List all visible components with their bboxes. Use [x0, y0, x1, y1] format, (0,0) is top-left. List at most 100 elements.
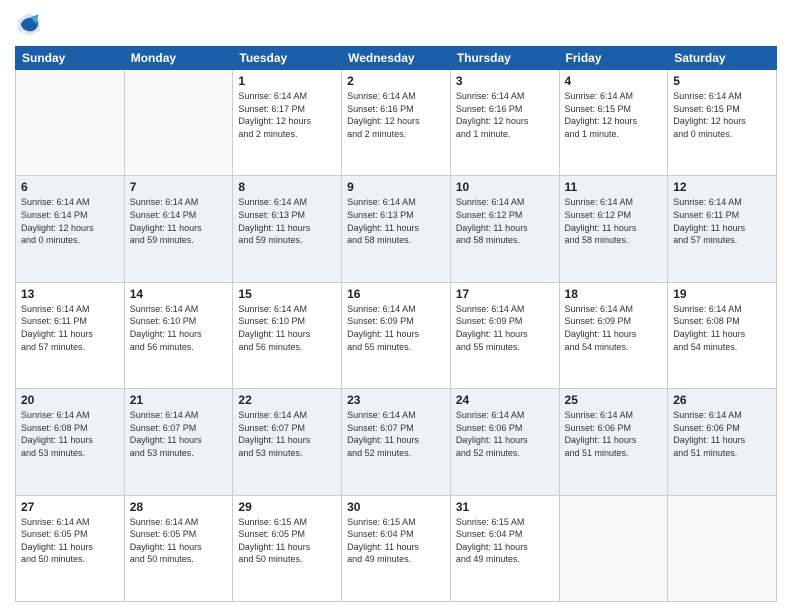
calendar-table: SundayMondayTuesdayWednesdayThursdayFrid…: [15, 46, 777, 602]
calendar-cell: 24 Sunrise: 6:14 AM Sunset: 6:06 PM Dayli…: [450, 389, 559, 495]
calendar-cell: 12 Sunrise: 6:14 AM Sunset: 6:11 PM Dayli…: [668, 176, 777, 282]
calendar-cell: 29 Sunrise: 6:15 AM Sunset: 6:05 PM Dayli…: [233, 495, 342, 601]
calendar-cell: 26 Sunrise: 6:14 AM Sunset: 6:06 PM Dayli…: [668, 389, 777, 495]
calendar-header-row: SundayMondayTuesdayWednesdayThursdayFrid…: [16, 47, 777, 70]
cell-info: Sunrise: 6:14 AM Sunset: 6:17 PM Dayligh…: [238, 90, 336, 140]
day-number: 11: [565, 180, 663, 194]
cell-info: Sunrise: 6:14 AM Sunset: 6:10 PM Dayligh…: [130, 303, 228, 353]
calendar-cell: 7 Sunrise: 6:14 AM Sunset: 6:14 PM Daylig…: [124, 176, 233, 282]
calendar-cell: 4Sunrise: 6:14 AM Sunset: 6:15 PM Daylig…: [559, 70, 668, 176]
calendar-cell: 2Sunrise: 6:14 AM Sunset: 6:16 PM Daylig…: [342, 70, 451, 176]
cell-info: Sunrise: 6:14 AM Sunset: 6:12 PM Dayligh…: [565, 196, 663, 246]
day-number: 17: [456, 287, 554, 301]
day-number: 20: [21, 393, 119, 407]
calendar-cell: 20 Sunrise: 6:14 AM Sunset: 6:08 PM Dayli…: [16, 389, 125, 495]
calendar-cell: 30Sunrise: 6:15 AM Sunset: 6:04 PM Dayli…: [342, 495, 451, 601]
calendar-cell: 27 Sunrise: 6:14 AM Sunset: 6:05 PM Dayli…: [16, 495, 125, 601]
calendar-cell: [668, 495, 777, 601]
cell-info: Sunrise: 6:14 AM Sunset: 6:16 PM Dayligh…: [456, 90, 554, 140]
cell-info: Sunrise: 6:14 AM Sunset: 6:05 PM Dayligh…: [130, 516, 228, 566]
page: SundayMondayTuesdayWednesdayThursdayFrid…: [0, 0, 792, 612]
day-number: 27: [21, 500, 119, 514]
day-number: 4: [565, 74, 663, 88]
calendar-week-5: 27 Sunrise: 6:14 AM Sunset: 6:05 PM Dayli…: [16, 495, 777, 601]
day-number: 29: [238, 500, 336, 514]
cell-info: Sunrise: 6:14 AM Sunset: 6:09 PM Dayligh…: [565, 303, 663, 353]
cell-info: Sunrise: 6:14 AM Sunset: 6:09 PM Dayligh…: [456, 303, 554, 353]
day-number: 12: [673, 180, 771, 194]
cell-info: Sunrise: 6:14 AM Sunset: 6:13 PM Dayligh…: [238, 196, 336, 246]
day-number: 6: [21, 180, 119, 194]
calendar-cell: 14 Sunrise: 6:14 AM Sunset: 6:10 PM Dayli…: [124, 282, 233, 388]
cell-info: Sunrise: 6:14 AM Sunset: 6:08 PM Dayligh…: [21, 409, 119, 459]
calendar-cell: 6 Sunrise: 6:14 AM Sunset: 6:14 PM Daylig…: [16, 176, 125, 282]
cell-info: Sunrise: 6:14 AM Sunset: 6:07 PM Dayligh…: [347, 409, 445, 459]
cell-info: Sunrise: 6:15 AM Sunset: 6:05 PM Dayligh…: [238, 516, 336, 566]
day-number: 13: [21, 287, 119, 301]
day-number: 5: [673, 74, 771, 88]
logo: [15, 10, 47, 38]
day-header-monday: Monday: [124, 47, 233, 70]
calendar-cell: [16, 70, 125, 176]
header: [15, 10, 777, 38]
day-number: 30: [347, 500, 445, 514]
day-number: 28: [130, 500, 228, 514]
day-header-wednesday: Wednesday: [342, 47, 451, 70]
day-number: 14: [130, 287, 228, 301]
cell-info: Sunrise: 6:14 AM Sunset: 6:07 PM Dayligh…: [238, 409, 336, 459]
calendar-cell: 31 Sunrise: 6:15 AM Sunset: 6:04 PM Dayli…: [450, 495, 559, 601]
day-number: 16: [347, 287, 445, 301]
day-number: 9: [347, 180, 445, 194]
day-number: 10: [456, 180, 554, 194]
cell-info: Sunrise: 6:14 AM Sunset: 6:11 PM Dayligh…: [21, 303, 119, 353]
calendar-cell: 5 Sunrise: 6:14 AM Sunset: 6:15 PM Daylig…: [668, 70, 777, 176]
cell-info: Sunrise: 6:14 AM Sunset: 6:09 PM Dayligh…: [347, 303, 445, 353]
calendar-cell: 1Sunrise: 6:14 AM Sunset: 6:17 PM Daylig…: [233, 70, 342, 176]
calendar-cell: [124, 70, 233, 176]
calendar-week-2: 6 Sunrise: 6:14 AM Sunset: 6:14 PM Daylig…: [16, 176, 777, 282]
calendar-cell: 16 Sunrise: 6:14 AM Sunset: 6:09 PM Dayli…: [342, 282, 451, 388]
day-header-tuesday: Tuesday: [233, 47, 342, 70]
calendar-cell: 23 Sunrise: 6:14 AM Sunset: 6:07 PM Dayli…: [342, 389, 451, 495]
calendar-cell: 17 Sunrise: 6:14 AM Sunset: 6:09 PM Dayli…: [450, 282, 559, 388]
day-number: 7: [130, 180, 228, 194]
calendar-cell: 10 Sunrise: 6:14 AM Sunset: 6:12 PM Dayli…: [450, 176, 559, 282]
calendar-cell: 25Sunrise: 6:14 AM Sunset: 6:06 PM Dayli…: [559, 389, 668, 495]
day-number: 31: [456, 500, 554, 514]
calendar-cell: 22Sunrise: 6:14 AM Sunset: 6:07 PM Dayli…: [233, 389, 342, 495]
day-header-friday: Friday: [559, 47, 668, 70]
day-number: 24: [456, 393, 554, 407]
day-number: 2: [347, 74, 445, 88]
calendar-cell: [559, 495, 668, 601]
calendar-cell: 3 Sunrise: 6:14 AM Sunset: 6:16 PM Daylig…: [450, 70, 559, 176]
calendar-week-1: 1Sunrise: 6:14 AM Sunset: 6:17 PM Daylig…: [16, 70, 777, 176]
day-header-thursday: Thursday: [450, 47, 559, 70]
cell-info: Sunrise: 6:15 AM Sunset: 6:04 PM Dayligh…: [456, 516, 554, 566]
cell-info: Sunrise: 6:14 AM Sunset: 6:14 PM Dayligh…: [21, 196, 119, 246]
cell-info: Sunrise: 6:14 AM Sunset: 6:05 PM Dayligh…: [21, 516, 119, 566]
calendar-cell: 11 Sunrise: 6:14 AM Sunset: 6:12 PM Dayli…: [559, 176, 668, 282]
calendar-cell: 19Sunrise: 6:14 AM Sunset: 6:08 PM Dayli…: [668, 282, 777, 388]
cell-info: Sunrise: 6:14 AM Sunset: 6:06 PM Dayligh…: [456, 409, 554, 459]
calendar-cell: 13 Sunrise: 6:14 AM Sunset: 6:11 PM Dayli…: [16, 282, 125, 388]
calendar-cell: 18 Sunrise: 6:14 AM Sunset: 6:09 PM Dayli…: [559, 282, 668, 388]
cell-info: Sunrise: 6:14 AM Sunset: 6:06 PM Dayligh…: [565, 409, 663, 459]
calendar-cell: 28 Sunrise: 6:14 AM Sunset: 6:05 PM Dayli…: [124, 495, 233, 601]
calendar-week-4: 20 Sunrise: 6:14 AM Sunset: 6:08 PM Dayli…: [16, 389, 777, 495]
day-number: 23: [347, 393, 445, 407]
cell-info: Sunrise: 6:14 AM Sunset: 6:12 PM Dayligh…: [456, 196, 554, 246]
day-number: 19: [673, 287, 771, 301]
day-header-saturday: Saturday: [668, 47, 777, 70]
calendar-cell: 9Sunrise: 6:14 AM Sunset: 6:13 PM Daylig…: [342, 176, 451, 282]
day-number: 3: [456, 74, 554, 88]
cell-info: Sunrise: 6:14 AM Sunset: 6:14 PM Dayligh…: [130, 196, 228, 246]
calendar-cell: 8Sunrise: 6:14 AM Sunset: 6:13 PM Daylig…: [233, 176, 342, 282]
day-header-sunday: Sunday: [16, 47, 125, 70]
cell-info: Sunrise: 6:14 AM Sunset: 6:11 PM Dayligh…: [673, 196, 771, 246]
day-number: 26: [673, 393, 771, 407]
calendar-week-3: 13 Sunrise: 6:14 AM Sunset: 6:11 PM Dayli…: [16, 282, 777, 388]
cell-info: Sunrise: 6:14 AM Sunset: 6:06 PM Dayligh…: [673, 409, 771, 459]
day-number: 18: [565, 287, 663, 301]
cell-info: Sunrise: 6:14 AM Sunset: 6:15 PM Dayligh…: [673, 90, 771, 140]
calendar-cell: 21Sunrise: 6:14 AM Sunset: 6:07 PM Dayli…: [124, 389, 233, 495]
